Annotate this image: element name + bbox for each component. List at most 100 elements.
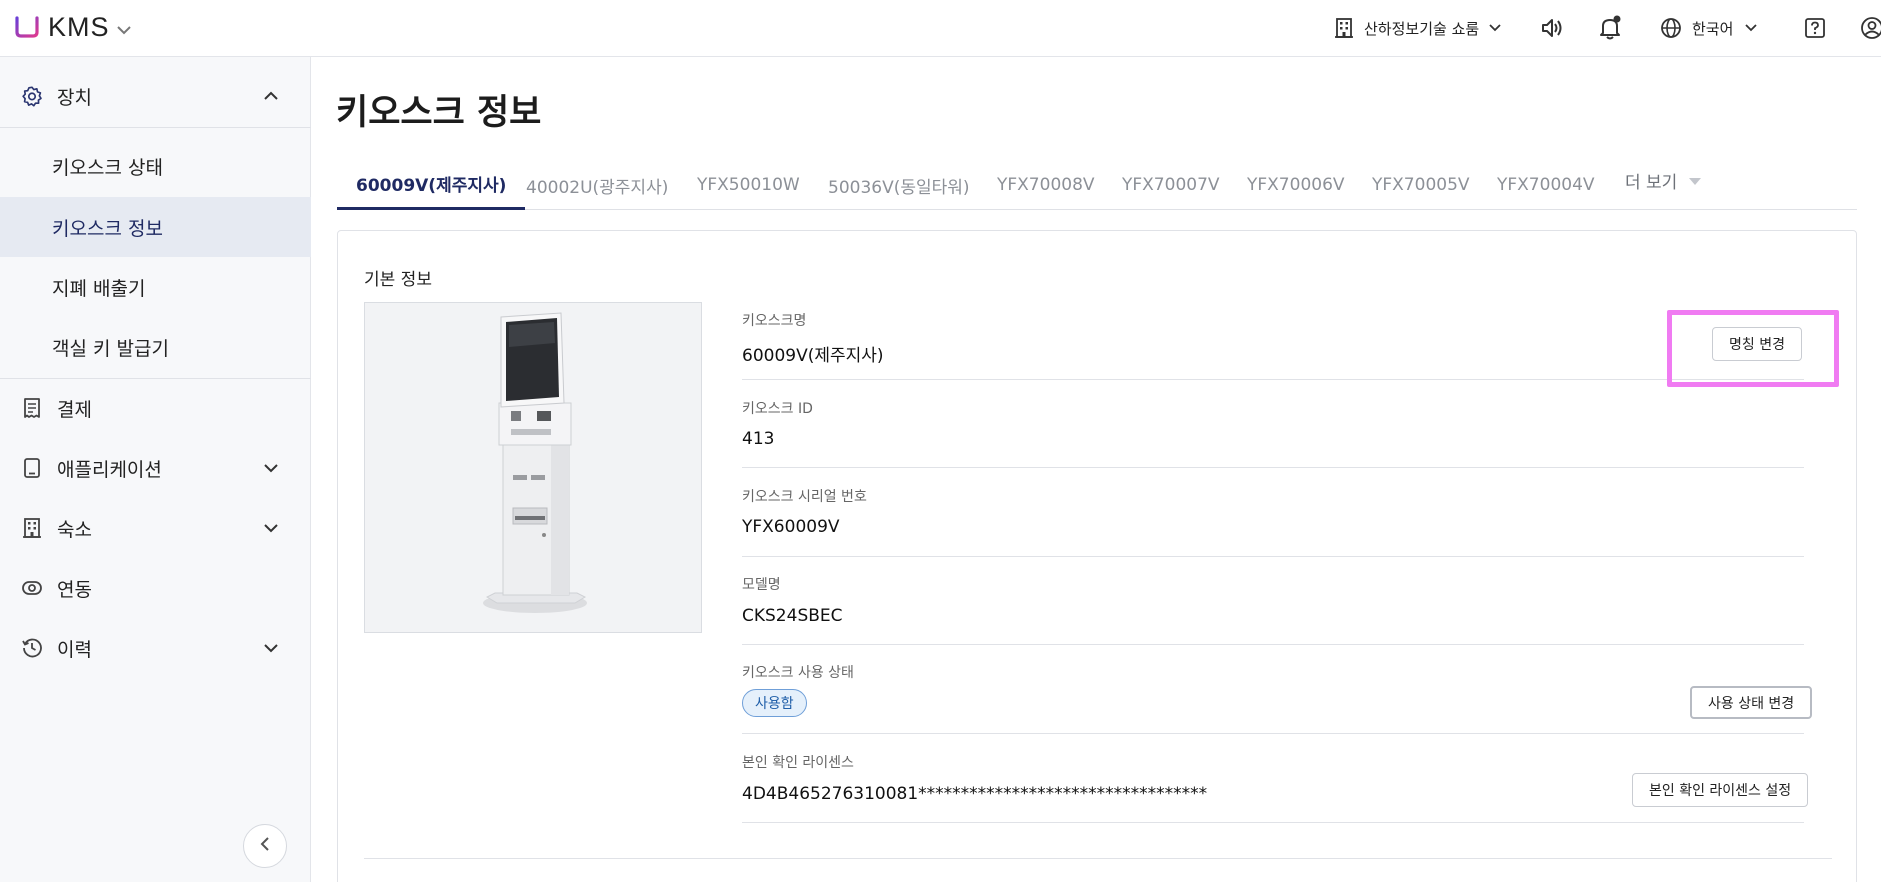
sidebar-item-payment[interactable]: 결제 <box>0 378 311 438</box>
chevron-down-icon <box>261 638 281 658</box>
store-name: 산하정보기술 쇼룸 <box>1364 19 1480 38</box>
divider <box>742 556 1804 557</box>
divider <box>742 467 1804 468</box>
sidebar-item-application[interactable]: 애플리케이션 <box>0 438 311 498</box>
divider <box>0 127 311 128</box>
sidebar-subitem-kiosk-status[interactable]: 키오스크 상태 <box>0 136 311 196</box>
more-label: 더 보기 <box>1625 172 1678 193</box>
caret-down-icon <box>1689 170 1702 190</box>
status-badge: 사용함 <box>742 689 807 717</box>
chevron-down-icon <box>261 518 281 538</box>
sidebar-collapse-button[interactable] <box>243 824 287 868</box>
field-label: 키오스크 시리얼 번호 <box>742 489 867 505</box>
sidebar-subitem-label: 지폐 배출기 <box>52 277 146 300</box>
tab-label: 50036V(동일타워) <box>828 177 970 198</box>
tabs-more-button[interactable]: 더 보기 <box>1625 160 1702 200</box>
gear-icon <box>20 84 44 108</box>
sidebar-subitem-bill-dispenser[interactable]: 지폐 배출기 <box>0 257 311 317</box>
help-button[interactable] <box>1804 10 1826 46</box>
tab-label: YFX50010W <box>697 175 800 195</box>
building-icon <box>1334 17 1354 39</box>
sidebar-item-label: 연동 <box>57 578 92 601</box>
sidebar-subitem-room-key-issuer[interactable]: 객실 키 발급기 <box>0 317 311 377</box>
language-label: 한국어 <box>1692 19 1734 38</box>
field-label: 키오스크 ID <box>742 401 813 417</box>
account-icon <box>1860 16 1881 40</box>
kiosk-tabs: 60009V(제주지사) 40002U(광주지사) YFX50010W 5003… <box>337 160 1857 210</box>
link-icon <box>20 576 44 600</box>
language-selector[interactable]: 한국어 <box>1660 10 1758 46</box>
tab-kiosk-yfx70004v[interactable]: YFX70004V <box>1497 160 1595 210</box>
notification-button[interactable] <box>1598 10 1622 46</box>
sidebar-item-device[interactable]: 장치 <box>0 66 311 126</box>
bell-icon <box>1598 15 1622 41</box>
sound-button[interactable] <box>1540 10 1564 46</box>
tab-kiosk-40002u[interactable]: 40002U(광주지사) <box>526 160 668 210</box>
chevron-left-icon <box>260 836 270 856</box>
top-header: KMS 산하정보기술 쇼룸 한국어 <box>0 0 1881 57</box>
sidebar-subitem-label: 객실 키 발급기 <box>52 337 169 360</box>
field-value: 4D4B465276310081************************… <box>742 784 1208 804</box>
sidebar-item-label: 이력 <box>57 638 92 661</box>
sidebar-item-label: 장치 <box>57 86 92 109</box>
tab-kiosk-yfx70007v[interactable]: YFX70007V <box>1122 160 1220 210</box>
tab-kiosk-yfx70008v[interactable]: YFX70008V <box>997 160 1095 210</box>
sidebar-item-label: 애플리케이션 <box>57 458 162 481</box>
field-label: 본인 확인 라이센스 <box>742 755 854 771</box>
sidebar: 장치 키오스크 상태 키오스크 정보 지폐 배출기 객실 키 발급기 결제 애플… <box>0 57 311 882</box>
app-name: KMS <box>48 11 110 42</box>
rename-button[interactable]: 명칭 변경 <box>1712 327 1802 361</box>
tab-kiosk-yfx70006v[interactable]: YFX70006V <box>1247 160 1345 210</box>
building-icon <box>20 516 44 540</box>
field-value: CKS24SBEC <box>742 606 843 626</box>
section-title: 기본 정보 <box>364 270 432 290</box>
tab-label: YFX70006V <box>1247 175 1345 195</box>
help-icon <box>1804 17 1826 39</box>
tab-kiosk-yfx50010w[interactable]: YFX50010W <box>697 160 800 210</box>
tab-label: 40002U(광주지사) <box>526 177 669 198</box>
tab-label: YFX70004V <box>1497 175 1595 195</box>
divider <box>364 858 1832 859</box>
field-value: 60009V(제주지사) <box>742 346 884 366</box>
field-label: 키오스크명 <box>742 313 807 329</box>
brand[interactable]: KMS <box>14 10 132 44</box>
sidebar-subitem-label: 키오스크 상태 <box>52 156 163 179</box>
chevron-down-icon <box>1745 24 1758 32</box>
divider <box>742 733 1804 734</box>
chevron-down-icon <box>1489 24 1501 32</box>
chevron-down-icon <box>261 458 281 478</box>
account-button[interactable] <box>1860 10 1881 46</box>
sidebar-item-lodging[interactable]: 숙소 <box>0 498 311 558</box>
receipt-icon <box>20 396 44 420</box>
sidebar-item-label: 숙소 <box>57 518 92 541</box>
field-value: YFX60009V <box>742 517 840 537</box>
globe-icon <box>1660 17 1682 39</box>
kiosk-illustration-icon <box>365 303 701 632</box>
tab-kiosk-yfx70005v[interactable]: YFX70005V <box>1372 160 1470 210</box>
change-usage-status-button[interactable]: 사용 상태 변경 <box>1690 686 1813 719</box>
tab-label: YFX70007V <box>1122 175 1220 195</box>
sidebar-item-history[interactable]: 이력 <box>0 618 311 678</box>
store-selector[interactable]: 산하정보기술 쇼룸 <box>1334 10 1501 46</box>
tab-label: 60009V(제주지사) <box>356 176 507 196</box>
license-settings-button[interactable]: 본인 확인 라이센스 설정 <box>1632 773 1809 807</box>
tablet-icon <box>20 456 44 480</box>
tab-label: YFX70005V <box>1372 175 1470 195</box>
sidebar-subitem-kiosk-info[interactable]: 키오스크 정보 <box>0 197 311 257</box>
divider <box>742 379 1804 380</box>
field-value: 413 <box>742 429 775 449</box>
field-label: 키오스크 사용 상태 <box>742 665 854 681</box>
kiosk-image <box>364 302 702 633</box>
field-label: 모델명 <box>742 577 781 593</box>
history-icon <box>20 636 44 660</box>
chevron-up-icon <box>261 86 281 106</box>
tab-kiosk-60009v[interactable]: 60009V(제주지사) <box>337 160 526 210</box>
tab-label: YFX70008V <box>997 175 1095 195</box>
kiosk-info-card: 기본 정보 키오스크명 60009V(제주지사) 명칭 변경 키오스크 ID 4… <box>337 230 1857 882</box>
sidebar-subitem-label: 키오스크 정보 <box>52 217 163 240</box>
sidebar-item-label: 결제 <box>57 398 92 421</box>
sidebar-item-integration[interactable]: 연동 <box>0 558 311 618</box>
divider <box>742 822 1804 823</box>
divider <box>742 644 1804 645</box>
tab-kiosk-50036v[interactable]: 50036V(동일타워) <box>828 160 970 210</box>
